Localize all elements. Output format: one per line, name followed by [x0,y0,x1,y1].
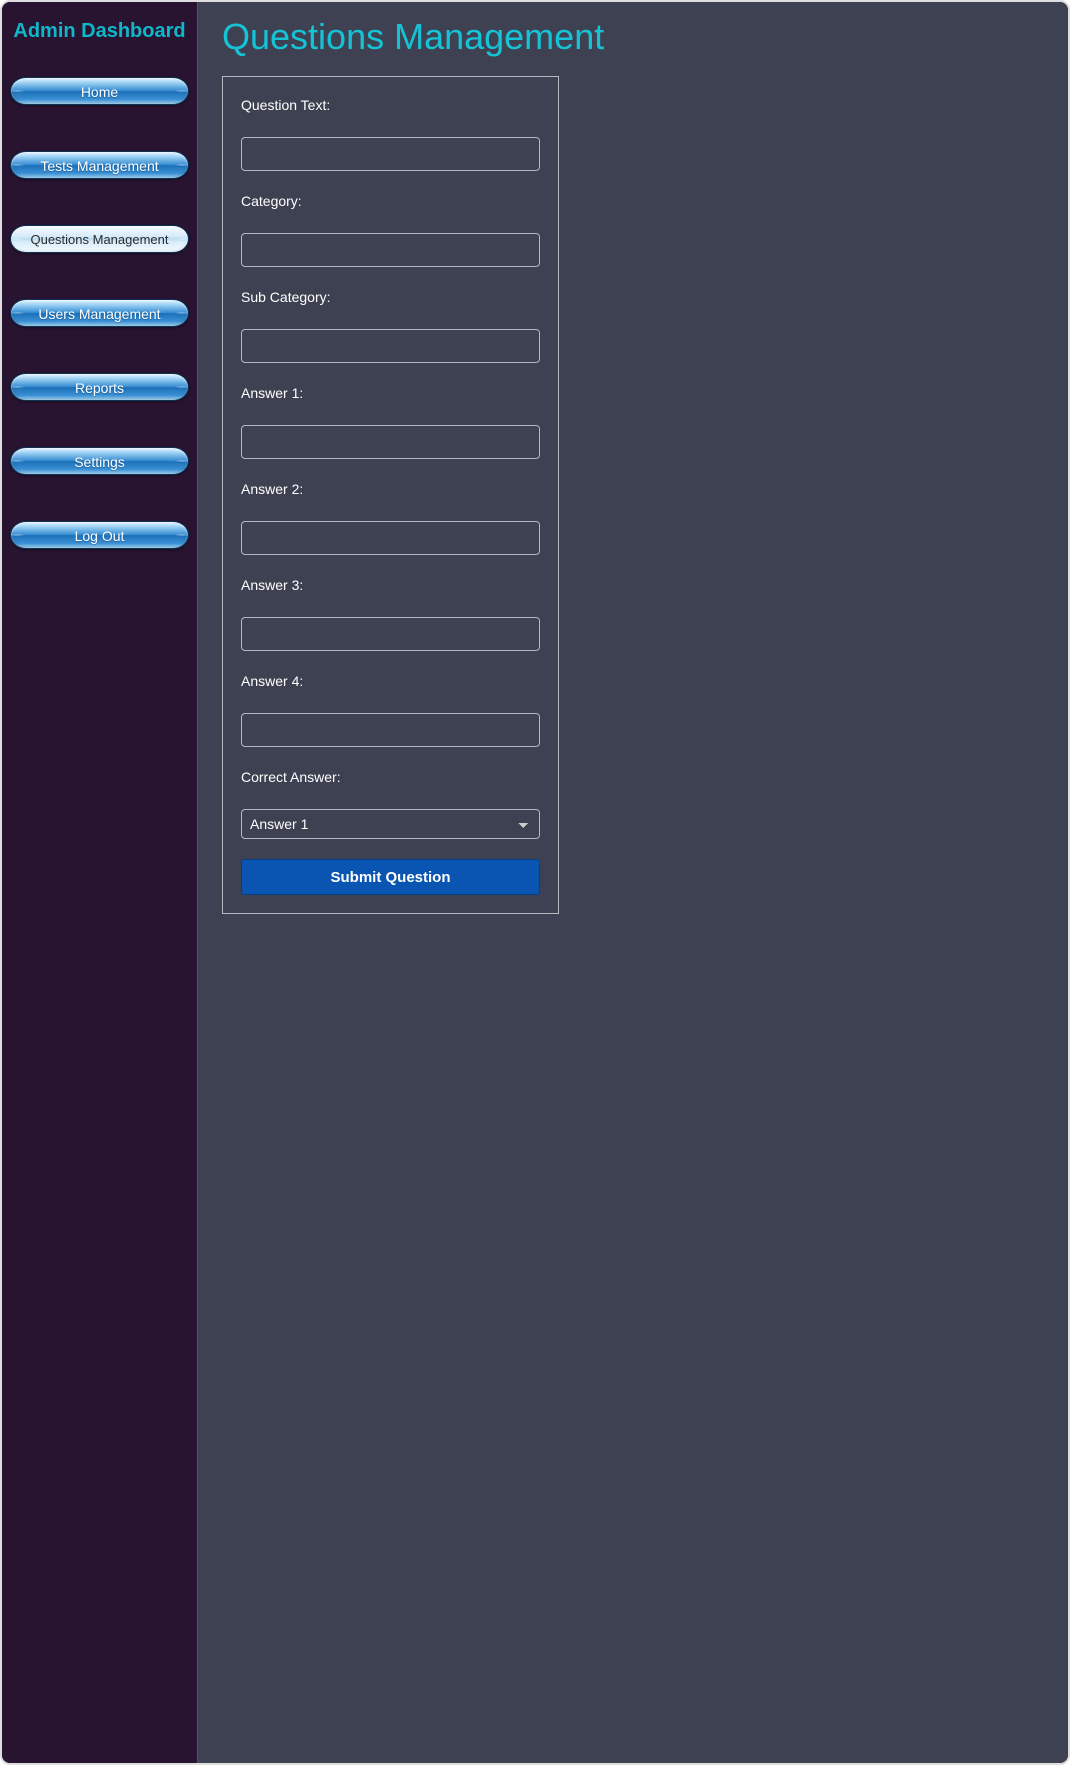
sidebar: Admin Dashboard Home Tests Management Qu… [2,2,198,1763]
select-correct-answer[interactable]: Answer 1 Answer 2 Answer 3 Answer 4 [241,809,540,839]
group-correct-answer: Correct Answer: Answer 1 Answer 2 Answer… [241,769,540,839]
input-answer-1[interactable] [241,425,540,459]
sidebar-item-logout: Log Out [10,521,189,549]
group-question-text: Question Text: [241,97,540,171]
nav-link-questions[interactable]: Questions Management [10,225,189,253]
sidebar-item-users: Users Management [10,299,189,327]
label-answer-1: Answer 1: [241,385,540,401]
sidebar-item-home: Home [10,77,189,105]
group-answer-2: Answer 2: [241,481,540,555]
nav-link-logout[interactable]: Log Out [10,521,189,549]
input-question-text[interactable] [241,137,540,171]
group-sub-category: Sub Category: [241,289,540,363]
nav-link-tests[interactable]: Tests Management [10,151,189,179]
sidebar-title: Admin Dashboard [2,20,197,43]
app-window: Admin Dashboard Home Tests Management Qu… [0,0,1070,1765]
group-answer-4: Answer 4: [241,673,540,747]
label-correct-answer: Correct Answer: [241,769,540,785]
input-category[interactable] [241,233,540,267]
input-answer-4[interactable] [241,713,540,747]
nav-link-home[interactable]: Home [10,77,189,105]
sidebar-item-settings: Settings [10,447,189,475]
label-answer-3: Answer 3: [241,577,540,593]
sidebar-nav: Home Tests Management Questions Manageme… [2,77,197,549]
group-category: Category: [241,193,540,267]
label-question-text: Question Text: [241,97,540,113]
label-sub-category: Sub Category: [241,289,540,305]
nav-link-users[interactable]: Users Management [10,299,189,327]
input-answer-2[interactable] [241,521,540,555]
nav-link-reports[interactable]: Reports [10,373,189,401]
group-answer-3: Answer 3: [241,577,540,651]
sidebar-item-questions: Questions Management [10,225,189,253]
label-category: Category: [241,193,540,209]
input-sub-category[interactable] [241,329,540,363]
nav-link-settings[interactable]: Settings [10,447,189,475]
group-answer-1: Answer 1: [241,385,540,459]
sidebar-item-tests: Tests Management [10,151,189,179]
submit-question-button[interactable]: Submit Question [241,859,540,895]
input-answer-3[interactable] [241,617,540,651]
sidebar-item-reports: Reports [10,373,189,401]
label-answer-4: Answer 4: [241,673,540,689]
label-answer-2: Answer 2: [241,481,540,497]
page-title: Questions Management [222,16,1044,58]
main-content: Questions Management Question Text: Cate… [198,2,1068,1763]
question-form: Question Text: Category: Sub Category: A… [222,76,559,914]
